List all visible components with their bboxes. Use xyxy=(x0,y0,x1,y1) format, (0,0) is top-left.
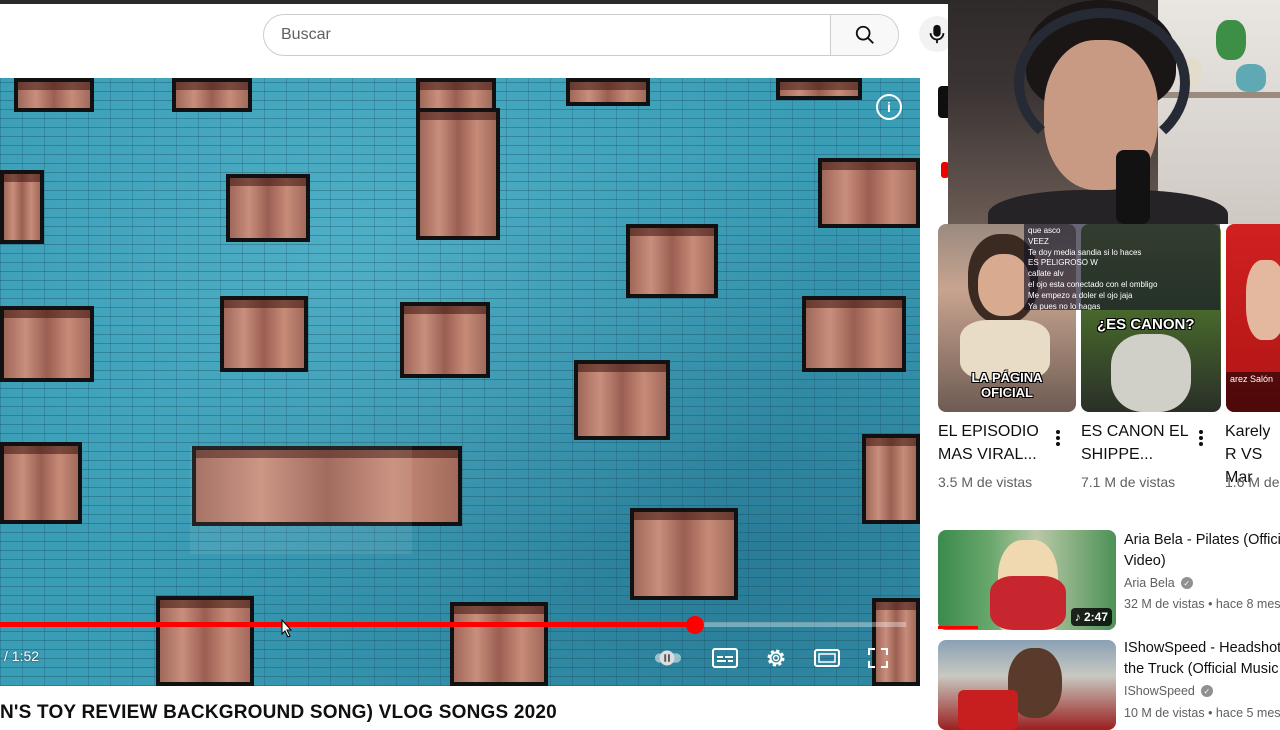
building-window xyxy=(802,296,906,372)
building-window xyxy=(156,596,254,686)
webcam-overlay xyxy=(948,0,1280,224)
more-icon xyxy=(1199,430,1203,434)
building-window xyxy=(172,78,252,112)
shorts-views: 1.6 M de xyxy=(1225,474,1280,490)
chat-line: Te doy media sandia si lo haces xyxy=(1028,247,1142,257)
shorts-thumbnail[interactable]: arez Salón xyxy=(1226,224,1280,412)
recommended-title[interactable]: IShowSpeed - Headshot the Truck (Officia… xyxy=(1124,638,1280,680)
search-input[interactable] xyxy=(264,15,832,55)
thumbnail-caption: LA PÁGINA OFICIAL xyxy=(971,370,1043,400)
thumbnail-caption: arez Salón xyxy=(1226,372,1280,412)
theater-icon xyxy=(814,649,840,667)
theater-mode-button[interactable] xyxy=(813,644,841,672)
thumbnail-truck xyxy=(958,690,1018,730)
scrubber-handle[interactable] xyxy=(686,616,704,634)
more-icon xyxy=(1056,430,1060,434)
chat-line: ES PELIGROSO W xyxy=(1028,258,1098,268)
info-icon: i xyxy=(887,99,891,115)
chat-line: Me empezo a doler el ojo jaja xyxy=(1028,290,1133,300)
verified-icon: ✓ xyxy=(1200,685,1213,697)
plush-toy xyxy=(1236,64,1266,92)
video-thumbnail[interactable]: ♪ 2:47 xyxy=(938,530,1116,630)
subtitles-icon xyxy=(712,648,738,668)
duration-badge: ♪ 2:47 xyxy=(1070,608,1112,626)
gear-icon xyxy=(767,649,785,667)
ghost-overlay xyxy=(190,446,412,554)
fullscreen-button[interactable] xyxy=(864,644,892,672)
fullscreen-icon xyxy=(868,648,888,668)
more-options-button[interactable] xyxy=(1194,427,1208,449)
verified-icon: ✓ xyxy=(1180,577,1193,589)
building-window xyxy=(872,598,920,686)
thumbnail-dress xyxy=(990,576,1066,630)
autoplay-icon xyxy=(654,650,682,666)
progress-bar[interactable] xyxy=(0,616,906,634)
subtitles-button[interactable] xyxy=(711,644,739,672)
building-window xyxy=(416,108,500,240)
info-button[interactable]: i xyxy=(876,94,902,120)
building-window xyxy=(0,170,44,244)
channel-name[interactable]: IShowSpeed ✓ xyxy=(1124,684,1213,698)
building-window xyxy=(630,508,738,600)
settings-button[interactable] xyxy=(762,644,790,672)
autoplay-toggle[interactable] xyxy=(654,644,682,672)
building-window xyxy=(220,296,308,372)
search-bar xyxy=(263,14,899,56)
building-window xyxy=(626,224,718,298)
progress-fill xyxy=(0,622,695,627)
thumbnail-figure xyxy=(1111,334,1191,412)
video-meta: 32 M de vistas • hace 8 meses xyxy=(1124,597,1280,611)
building-window xyxy=(450,602,548,686)
chat-line: Ya pues no lo hagas xyxy=(1028,301,1101,310)
microphone xyxy=(1116,150,1150,224)
stream-chat-overlay: que asco VEEZ Te doy media sandia si lo … xyxy=(1024,224,1220,310)
time-display: / 1:52 xyxy=(4,648,40,664)
shorts-views: 7.1 M de vistas xyxy=(1081,474,1176,490)
video-title: N'S TOY REVIEW BACKGROUND SONG) VLOG SON… xyxy=(0,702,557,723)
chat-line: el ojo esta conectado con el ombligo xyxy=(1028,279,1158,289)
thumbnail-face xyxy=(978,254,1030,316)
chat-line: que asco xyxy=(1028,226,1061,235)
building-window xyxy=(818,158,920,228)
building-window xyxy=(566,78,650,106)
chat-line: callate alv xyxy=(1028,269,1064,279)
video-meta: 10 M de vistas • hace 5 meses xyxy=(1124,706,1280,720)
building-window xyxy=(0,306,94,382)
headset xyxy=(1014,8,1190,158)
video-thumbnail[interactable] xyxy=(938,640,1116,730)
building-window xyxy=(574,360,670,440)
building-window xyxy=(862,434,920,524)
building-window xyxy=(400,302,490,378)
building-window xyxy=(776,78,862,100)
recommended-title[interactable]: Aria Bela - Pilates (Official Video) xyxy=(1124,530,1280,572)
streamer-body xyxy=(988,190,1228,224)
thumbnail-caption: ¿ES CANON? xyxy=(1097,316,1195,333)
search-button[interactable] xyxy=(830,15,898,55)
channel-label: IShowSpeed xyxy=(1124,684,1195,698)
shorts-title[interactable]: ES CANON EL SHIPPE... xyxy=(1081,420,1191,466)
channel-label: Aria Bela xyxy=(1124,576,1175,590)
chat-line: VEEZ xyxy=(1028,236,1049,246)
building-window xyxy=(14,78,94,112)
shorts-title[interactable]: EL EPISODIO MAS VIRAL... xyxy=(938,420,1048,466)
building-window xyxy=(226,174,310,242)
plush-toy xyxy=(1216,20,1246,60)
thumbnail-face xyxy=(1246,260,1280,340)
mouse-cursor-icon xyxy=(281,618,293,638)
channel-name[interactable]: Aria Bela ✓ xyxy=(1124,576,1193,590)
microphone-icon xyxy=(929,24,945,44)
video-player[interactable]: i / 1:52 xyxy=(0,78,920,686)
search-icon xyxy=(855,25,874,44)
watched-progress xyxy=(938,626,978,629)
building-window xyxy=(0,442,82,524)
more-options-button[interactable] xyxy=(1051,427,1065,449)
shorts-views: 3.5 M de vistas xyxy=(938,474,1033,490)
